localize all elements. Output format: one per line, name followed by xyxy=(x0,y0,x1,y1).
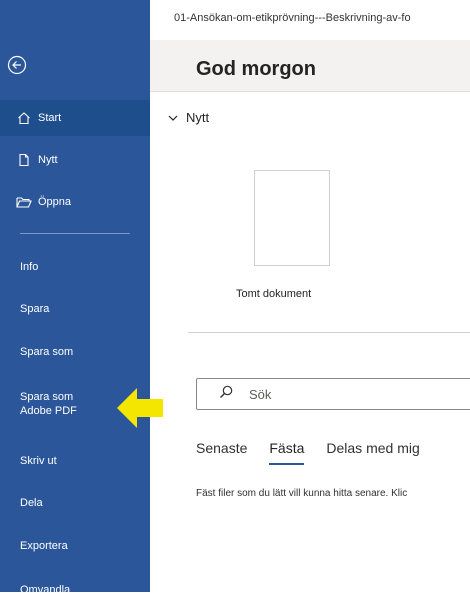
sidebar-item-label: Omvandla xyxy=(20,584,71,596)
chevron-down-icon xyxy=(168,111,178,125)
back-arrow-icon[interactable] xyxy=(7,55,27,75)
sidebar-item-spara-som[interactable]: Spara som xyxy=(0,337,150,367)
greeting-heading: God morgon xyxy=(196,58,316,80)
sidebar-item-oppna[interactable]: Öppna xyxy=(0,184,150,220)
open-folder-icon xyxy=(16,194,32,210)
sidebar-item-nytt[interactable]: Nytt xyxy=(0,142,150,178)
sidebar-item-label: Nytt xyxy=(38,154,58,166)
window-title: 01-Ansökan-om-etikprövning---Beskrivning… xyxy=(150,0,470,40)
sidebar-divider xyxy=(20,233,130,234)
backstage-sidebar: Start Nytt Öppna Info Spara Spara som Sp… xyxy=(0,0,150,596)
sidebar-item-spara[interactable]: Spara xyxy=(0,294,150,324)
tab-senaste[interactable]: Senaste xyxy=(196,440,247,456)
sidebar-item-start[interactable]: Start xyxy=(0,100,150,136)
search-icon xyxy=(219,385,233,404)
template-label: Tomt dokument xyxy=(236,288,312,300)
sidebar-item-label: Spara som Adobe PDF xyxy=(20,391,77,417)
greeting-band: God morgon xyxy=(150,40,470,92)
sidebar-item-label: Dela xyxy=(20,497,43,509)
sidebar-item-label: Start xyxy=(38,112,62,124)
pinned-hint-text: Fäst filer som du lätt vill kunna hitta … xyxy=(196,488,408,499)
backstage-main: 01-Ansökan-om-etikprövning---Beskrivning… xyxy=(150,0,470,592)
tab-fasta[interactable]: Fästa xyxy=(269,440,305,465)
home-icon xyxy=(16,110,32,126)
sidebar-item-label: Exportera xyxy=(20,540,68,552)
file-tabs: Senaste Fästa Delas med mig xyxy=(196,440,442,465)
sidebar-item-label: Spara xyxy=(20,303,50,315)
sidebar-item-skriv-ut[interactable]: Skriv ut xyxy=(0,446,150,476)
yellow-arrow-icon xyxy=(117,388,163,428)
section-divider xyxy=(188,332,470,333)
search-placeholder: Sök xyxy=(249,386,272,402)
sidebar-item-label: Öppna xyxy=(38,196,72,208)
sidebar-item-exportera[interactable]: Exportera xyxy=(0,531,150,561)
sidebar-item-omvandla[interactable]: Omvandla xyxy=(0,575,150,605)
tab-delas-med-mig[interactable]: Delas med mig xyxy=(326,440,419,456)
new-document-icon xyxy=(16,152,32,168)
sidebar-item-label: Spara som xyxy=(20,346,74,358)
sidebar-item-dela[interactable]: Dela xyxy=(0,488,150,518)
sidebar-item-label: Info xyxy=(20,261,39,273)
new-section-title: Nytt xyxy=(186,110,210,125)
new-section-header[interactable]: Nytt xyxy=(168,110,209,125)
sidebar-item-label: Skriv ut xyxy=(20,455,57,467)
search-input[interactable]: Sök xyxy=(196,378,470,410)
blank-document-template[interactable] xyxy=(254,170,330,266)
sidebar-item-info[interactable]: Info xyxy=(0,252,150,282)
